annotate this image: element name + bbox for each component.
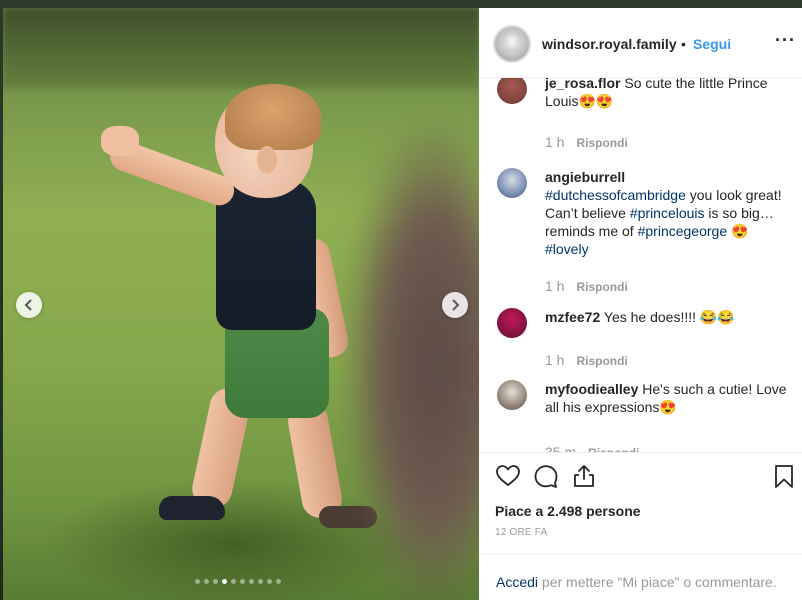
comment-meta: 1 h Rispondi <box>545 278 628 294</box>
comment-time[interactable]: 1 h <box>545 278 564 294</box>
child-leg <box>285 400 345 521</box>
pagination-dot <box>204 579 209 584</box>
comment-text: myfoodiealley He's such a cutie! Love al… <box>545 380 790 416</box>
comment-time[interactable]: 1 h <box>545 134 564 150</box>
pagination-dot <box>231 579 236 584</box>
login-prompt: Accedi per mettere "Mi piace" o commenta… <box>479 554 802 600</box>
commenter-username[interactable]: myfoodiealley <box>545 381 638 397</box>
image-pagination-dots <box>0 579 476 584</box>
comment-button[interactable] <box>533 463 559 489</box>
commenter-avatar[interactable] <box>497 78 527 104</box>
follow-button[interactable]: Segui <box>693 36 731 52</box>
comments-list[interactable]: je_rosa.flor So cute the little Prince L… <box>479 78 802 452</box>
comment-time[interactable]: 1 h <box>545 352 564 368</box>
commenter-username[interactable]: angieburrell <box>545 169 625 185</box>
pagination-dot <box>195 579 200 584</box>
hashtag-link[interactable]: #princegeorge <box>638 223 728 239</box>
post-actions: Piace a 2.498 persone 12 ORE FA Accedi p… <box>479 452 802 600</box>
pagination-dot <box>249 579 254 584</box>
share-button[interactable] <box>571 463 597 489</box>
chevron-right-icon <box>452 299 460 311</box>
pagination-dot <box>258 579 263 584</box>
post-header: windsor.royal.family • Segui ··· <box>479 8 802 78</box>
pagination-dot <box>240 579 245 584</box>
post-side-panel: windsor.royal.family • Segui ··· je_rosa… <box>479 8 802 600</box>
next-image-button[interactable] <box>442 292 468 318</box>
commenter-avatar[interactable] <box>497 380 527 410</box>
child-hair <box>225 84 321 150</box>
comment-content: Yes he does!!!! 😂😂 <box>600 309 735 325</box>
reply-button[interactable]: Rispondi <box>576 280 627 294</box>
likes-count[interactable]: Piace a 2.498 persone <box>495 503 641 519</box>
reply-button[interactable]: Rispondi <box>576 136 627 150</box>
pagination-dot <box>267 579 272 584</box>
more-options-icon[interactable]: ··· <box>775 30 796 51</box>
pagination-dot <box>213 579 218 584</box>
child-hand <box>101 126 139 156</box>
comment-text: je_rosa.flor So cute the little Prince L… <box>545 78 790 110</box>
comment-content: 😍 <box>727 223 749 239</box>
share-icon <box>574 465 594 487</box>
comment-text: mzfee72 Yes he does!!!! 😂😂 <box>545 308 790 326</box>
child-ear <box>257 146 277 174</box>
commenter-avatar[interactable] <box>497 308 527 338</box>
commenter-username[interactable]: mzfee72 <box>545 309 600 325</box>
blurred-foreground <box>349 128 479 600</box>
hashtag-link[interactable]: #dutchessofcambridge <box>545 187 686 203</box>
chevron-left-icon <box>24 299 32 311</box>
save-button[interactable] <box>771 463 797 489</box>
comment-text: angieburrell #dutchessofcambridge you loo… <box>545 168 790 258</box>
login-prompt-text: Accedi per mettere "Mi piace" o commenta… <box>496 574 777 590</box>
comment-meta: 1 h Rispondi <box>545 352 628 368</box>
author-username[interactable]: windsor.royal.family <box>542 36 677 52</box>
pagination-dot <box>276 579 281 584</box>
comment-icon <box>534 465 558 488</box>
login-link[interactable]: Accedi <box>496 574 538 590</box>
comment-meta: 35 mRispondi <box>545 444 639 452</box>
comment-time[interactable]: 35 m <box>545 444 576 452</box>
post-image[interactable] <box>3 8 479 600</box>
commenter-username[interactable]: je_rosa.flor <box>545 78 620 91</box>
post-timestamp: 12 ORE FA <box>495 527 548 538</box>
header-separator: • <box>681 36 686 52</box>
login-prompt-rest: per mettere "Mi piace" o commentare. <box>538 574 777 590</box>
like-button[interactable] <box>495 463 521 489</box>
reply-button[interactable]: Rispondi <box>576 354 627 368</box>
hashtag-link[interactable]: #princelouis <box>630 205 705 221</box>
heart-icon <box>496 465 520 487</box>
previous-image-button[interactable] <box>16 292 42 318</box>
child-shoe <box>159 496 225 520</box>
author-avatar[interactable] <box>493 25 531 63</box>
pagination-dot <box>222 579 227 584</box>
child-shirt <box>216 180 316 330</box>
comment-meta: 1 h Rispondi <box>545 134 628 150</box>
bookmark-icon <box>775 465 793 488</box>
commenter-avatar[interactable] <box>497 168 527 198</box>
hashtag-link[interactable]: #lovely <box>545 241 589 257</box>
